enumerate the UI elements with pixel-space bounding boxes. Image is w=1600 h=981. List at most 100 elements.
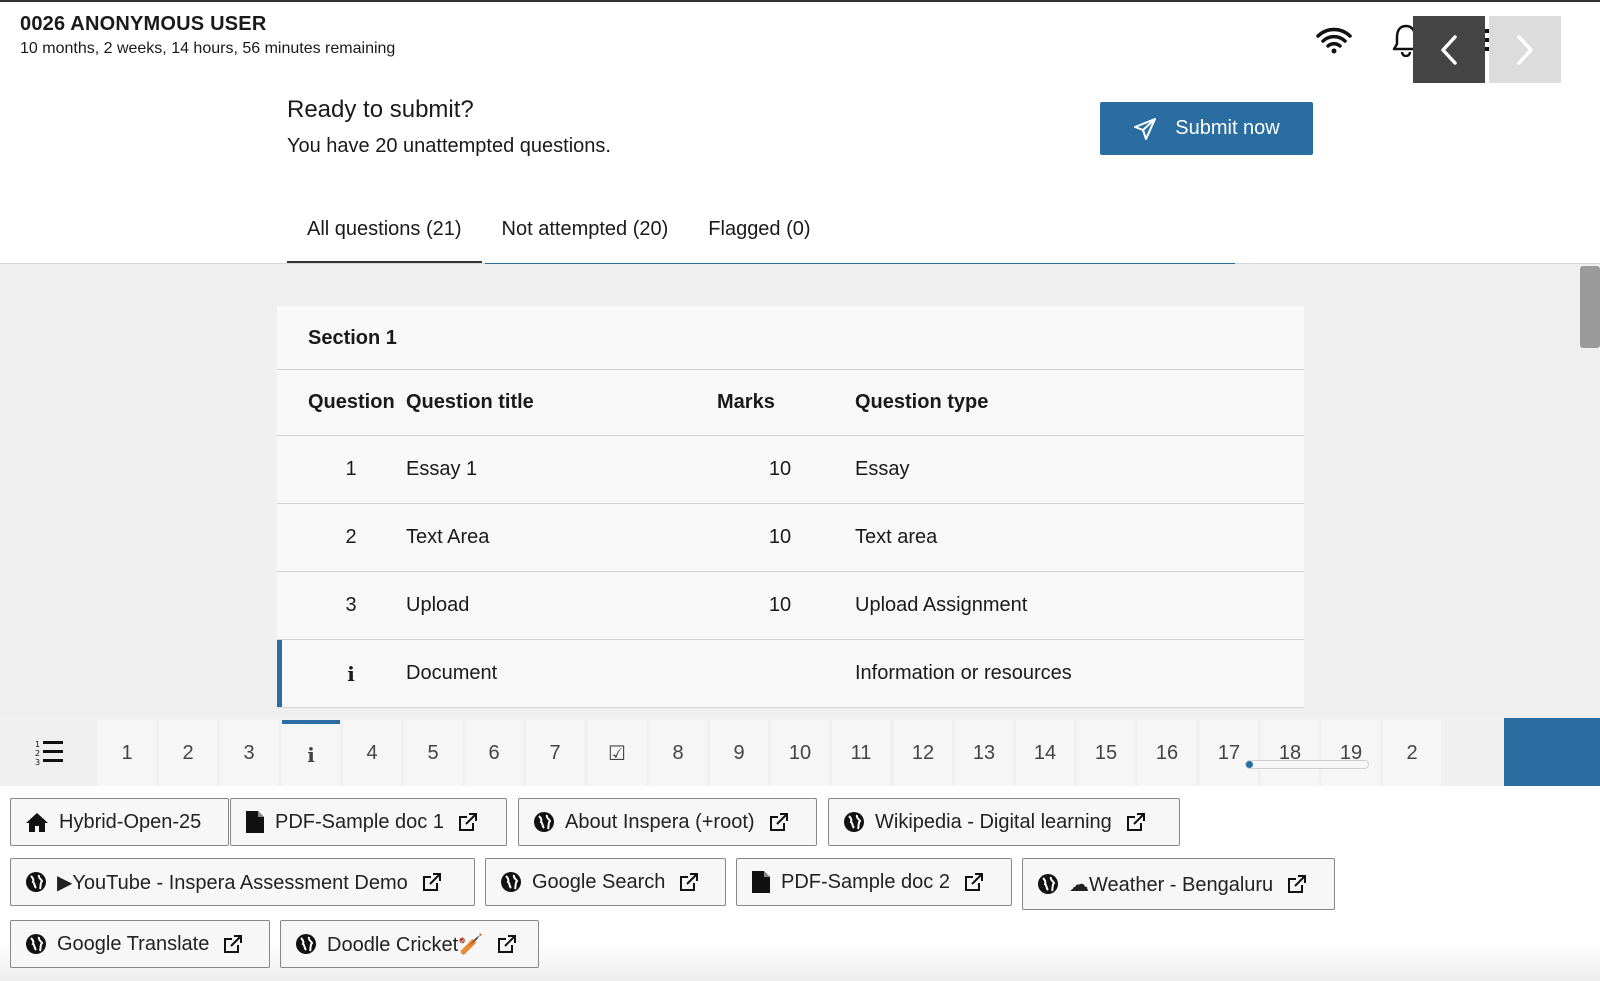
- question-nav-item[interactable]: 11: [832, 720, 890, 786]
- column-header-type: Question type: [855, 391, 989, 413]
- submit-now-label: Submit now: [1175, 117, 1280, 139]
- question-nav-item[interactable]: 15: [1077, 720, 1135, 786]
- question-nav-info[interactable]: i: [282, 720, 340, 786]
- external-link-icon: [1288, 875, 1307, 893]
- question-title: Essay 1: [406, 458, 478, 480]
- question-nav-item[interactable]: 4: [343, 720, 401, 786]
- question-marks: 10: [768, 458, 792, 480]
- external-link-icon: [224, 935, 243, 953]
- question-nav-item[interactable]: 10: [771, 720, 829, 786]
- file-icon: [752, 871, 770, 893]
- resource-link-label: About Inspera (+root): [565, 810, 755, 833]
- resource-link-wikipedia[interactable]: Wikipedia - Digital learning: [828, 798, 1180, 846]
- external-link-icon: [964, 873, 983, 891]
- resource-link-label: PDF-Sample doc 2: [781, 870, 950, 893]
- globe-icon: [26, 934, 46, 954]
- page-scrollbar[interactable]: [1580, 266, 1600, 348]
- resource-link-pdf-1[interactable]: PDF-Sample doc 1: [230, 798, 507, 846]
- resource-link-youtube[interactable]: ▶YouTube - Inspera Assessment Demo: [10, 858, 475, 906]
- globe-icon: [1038, 874, 1058, 894]
- resource-link-label: Google Search: [532, 870, 666, 893]
- question-list-icon[interactable]: 123: [0, 718, 98, 786]
- questions-overview[interactable]: Section 1 Question Question title Marks …: [0, 264, 1600, 718]
- table-row-info[interactable]: i Document Information or resources: [277, 640, 1304, 708]
- resource-link-label: Doodle Cricket🏏: [327, 933, 484, 956]
- resource-link-home[interactable]: Hybrid-Open-25: [10, 798, 229, 846]
- resource-link-label: Hybrid-Open-25: [59, 810, 202, 833]
- question-type: Text area: [855, 526, 938, 548]
- question-navigation-bar: 123 1 2 3 i 4 5 6 7 ☑ 8 9 10 11 12 13 14 15 16 17 18 19 2: [0, 718, 1600, 786]
- user-name: 0026 ANONYMOUS USER: [20, 13, 267, 35]
- tab-not-attempted[interactable]: Not attempted (20): [482, 200, 689, 264]
- resource-link-google-search[interactable]: Google Search: [485, 858, 726, 906]
- wifi-icon[interactable]: [1314, 20, 1354, 60]
- globe-icon: [501, 872, 521, 892]
- question-nav-item[interactable]: 12: [894, 720, 952, 786]
- question-nav-item[interactable]: 14: [1016, 720, 1074, 786]
- question-title: Text Area: [406, 526, 490, 548]
- question-type: Upload Assignment: [855, 594, 1028, 616]
- question-nav-item[interactable]: 5: [404, 720, 462, 786]
- table-row[interactable]: 2 Text Area 10 Text area: [277, 504, 1304, 572]
- question-nav-item[interactable]: 2: [1383, 720, 1441, 786]
- question-nav-item[interactable]: 18: [1261, 720, 1319, 786]
- question-nav-item[interactable]: 1: [98, 720, 156, 786]
- table-row[interactable]: 1 Essay 1 10 Essay: [277, 436, 1304, 504]
- external-link-icon: [498, 935, 517, 953]
- svg-text:3: 3: [35, 758, 40, 765]
- external-link-icon: [1126, 813, 1145, 831]
- resource-link-label: Wikipedia - Digital learning: [875, 810, 1112, 833]
- top-bar: 0026 ANONYMOUS USER 10 months, 2 weeks, …: [0, 0, 1600, 72]
- external-link-icon: [769, 813, 788, 831]
- column-header-title: Question title: [406, 391, 534, 413]
- tab-all-questions[interactable]: All questions (21): [287, 200, 482, 264]
- question-nav-accent: [1504, 718, 1600, 786]
- resource-link-doodle-cricket[interactable]: Doodle Cricket🏏: [280, 920, 539, 968]
- column-header-marks: Marks: [717, 391, 775, 413]
- question-nav-item[interactable]: 3: [220, 720, 278, 786]
- external-link-icon: [458, 813, 477, 831]
- question-title: Upload: [406, 594, 470, 616]
- question-filter-tabs: All questions (21) Not attempted (20) Fl…: [287, 200, 831, 264]
- info-icon: i: [347, 661, 355, 686]
- question-nav-checked-icon[interactable]: ☑: [588, 720, 646, 786]
- resource-link-label: ▶YouTube - Inspera Assessment Demo: [57, 871, 408, 894]
- question-title: Document: [406, 662, 498, 684]
- globe-icon: [534, 812, 554, 832]
- tab-flagged[interactable]: Flagged (0): [688, 200, 830, 264]
- question-type: Information or resources: [855, 662, 1072, 684]
- resource-link-label: Google Translate: [57, 932, 210, 955]
- resource-link-about-inspera[interactable]: About Inspera (+root): [518, 798, 817, 846]
- resource-links: Hybrid-Open-25 PDF-Sample doc 1 About In…: [0, 786, 1600, 981]
- question-nav-item[interactable]: 13: [955, 720, 1013, 786]
- question-nav-scrollbar[interactable]: [1245, 760, 1369, 769]
- resource-link-weather[interactable]: ☁Weather - Bengaluru: [1022, 858, 1335, 910]
- external-link-icon: [680, 873, 699, 891]
- question-nav-item[interactable]: 6: [465, 720, 523, 786]
- question-nav-item[interactable]: 2: [159, 720, 217, 786]
- question-nav-item[interactable]: 8: [649, 720, 707, 786]
- question-nav-item[interactable]: 7: [526, 720, 584, 786]
- question-nav-item[interactable]: 16: [1138, 720, 1196, 786]
- section-title: Section 1: [277, 306, 1304, 370]
- question-nav-item[interactable]: 17: [1200, 720, 1258, 786]
- file-icon: [246, 811, 264, 833]
- question-nav-item[interactable]: 19: [1322, 720, 1380, 786]
- chevron-left-icon: [1441, 34, 1457, 65]
- send-icon: [1134, 117, 1157, 140]
- submit-title: Ready to submit?: [287, 96, 474, 123]
- globe-icon: [844, 812, 864, 832]
- external-link-icon: [422, 873, 441, 891]
- unattempted-message: You have 20 unattempted questions.: [287, 135, 611, 157]
- previous-question-button[interactable]: [1413, 16, 1485, 83]
- globe-icon: [296, 934, 316, 954]
- resource-link-pdf-2[interactable]: PDF-Sample doc 2: [736, 858, 1012, 906]
- table-row[interactable]: 3 Upload 10 Upload Assignment: [277, 572, 1304, 640]
- question-nav-scroll-thumb[interactable]: [1246, 761, 1253, 768]
- section-table: Section 1 Question Question title Marks …: [277, 306, 1304, 708]
- resource-link-label: PDF-Sample doc 1: [275, 810, 444, 833]
- next-question-button[interactable]: [1489, 16, 1561, 83]
- question-nav-item[interactable]: 9: [710, 720, 768, 786]
- resource-link-google-translate[interactable]: Google Translate: [10, 920, 270, 968]
- submit-now-button[interactable]: Submit now: [1100, 102, 1313, 155]
